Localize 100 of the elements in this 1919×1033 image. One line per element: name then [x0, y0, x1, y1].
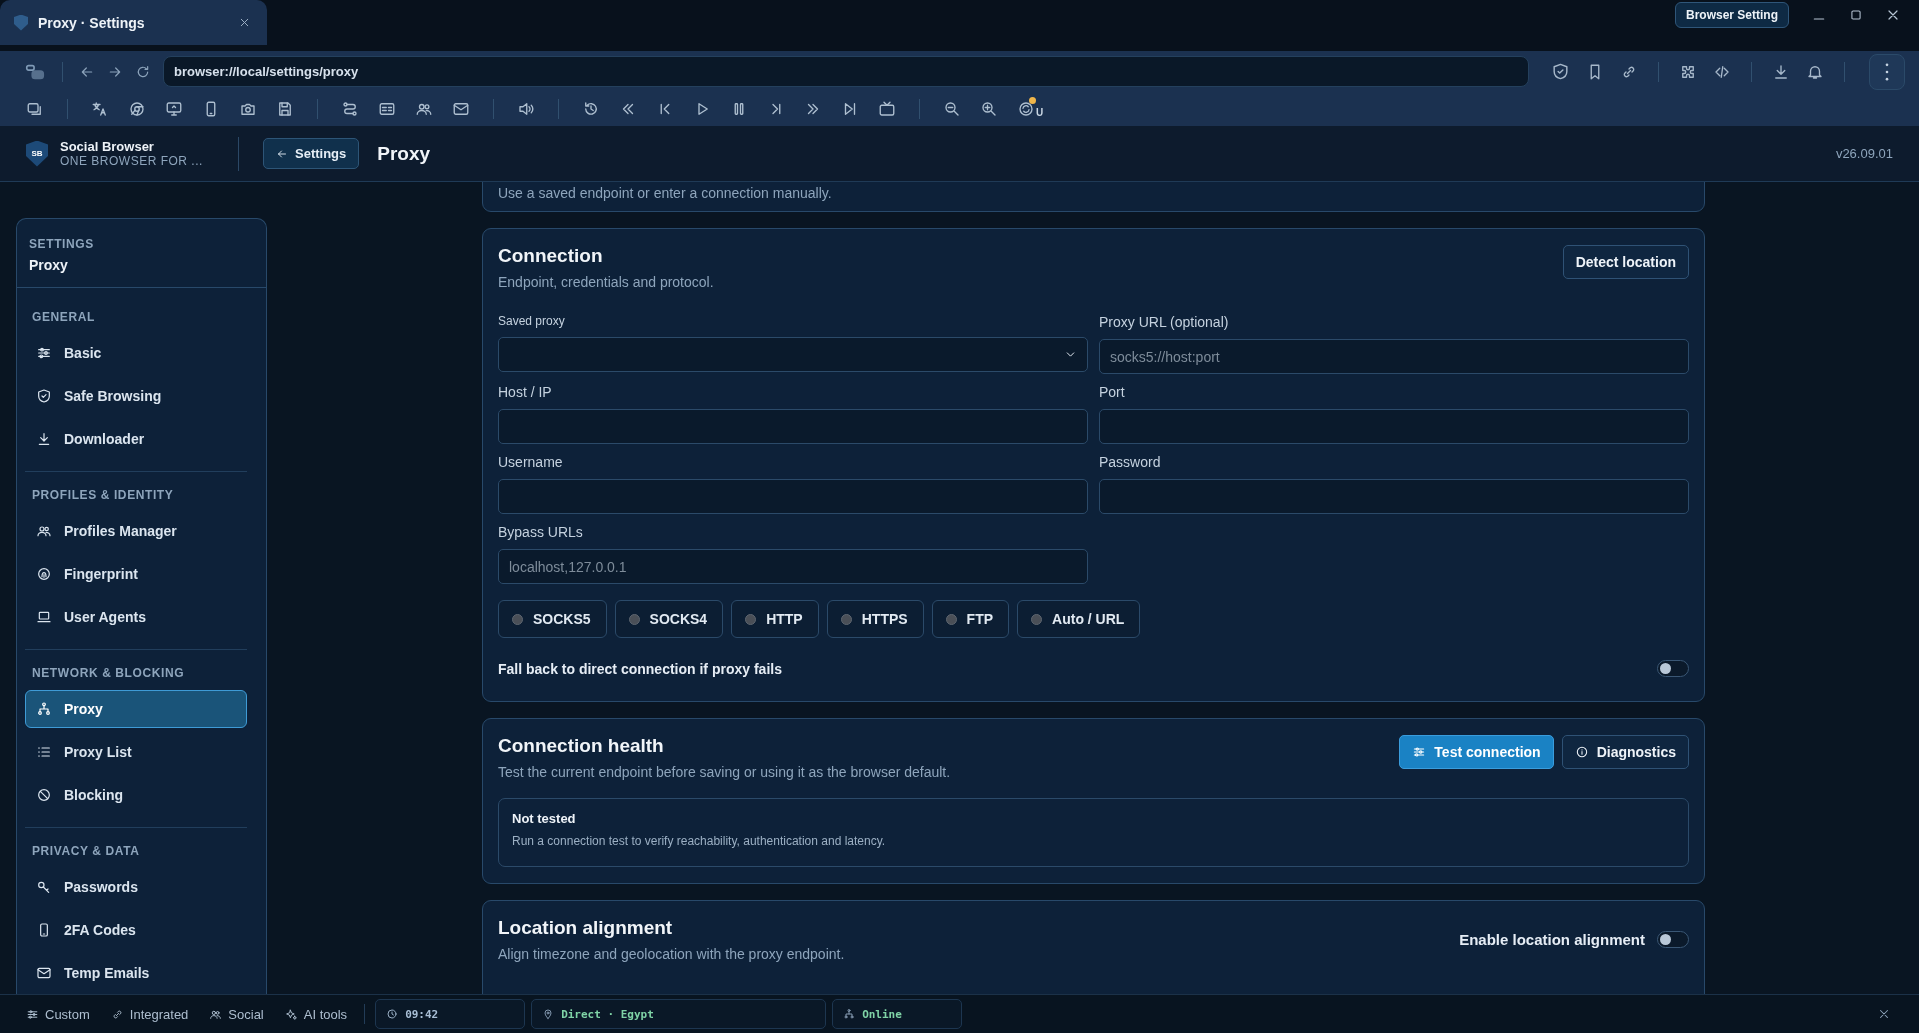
windows-icon[interactable] [26, 100, 44, 118]
time-chip: 09:42 [375, 999, 526, 1029]
logo: SB [26, 140, 48, 167]
detect-location-button[interactable]: Detect location [1562, 245, 1689, 279]
info-icon [1574, 745, 1589, 759]
sliders-icon [26, 1007, 39, 1021]
network-chip: Online [832, 999, 963, 1029]
list-icon [36, 744, 52, 760]
monitor-icon[interactable] [165, 100, 183, 118]
card-title: Connection [498, 245, 604, 267]
nav-item[interactable]: Temp Emails [25, 954, 247, 992]
browser-tab[interactable]: Proxy · Settings [0, 0, 267, 45]
zoom-in-icon[interactable] [980, 100, 998, 118]
tv-icon[interactable] [878, 100, 896, 118]
field-label: Host / IP [498, 384, 553, 400]
link-icon [110, 1007, 124, 1021]
sliders-icon [36, 345, 52, 361]
nav-item[interactable]: Safe Browsing [25, 377, 247, 415]
card-subtitle: Use a saved endpoint or enter a connection manually. [498, 185, 833, 201]
mode-button[interactable]: Integrated [110, 1006, 189, 1022]
mode-button[interactable]: AI tools [284, 1006, 348, 1022]
nav-item[interactable]: Passwords [25, 868, 247, 906]
field-label: Password [1099, 454, 1162, 470]
sparkles-icon [284, 1007, 298, 1021]
volume-icon[interactable] [517, 100, 535, 118]
network-icon [843, 1008, 856, 1020]
section-heading: PRIVACY & DATA [31, 843, 141, 860]
address-field[interactable]: browser://local/settings/proxy [163, 56, 1529, 87]
sidebar-current: Proxy [29, 257, 69, 273]
download-icon[interactable] [1772, 62, 1790, 81]
radio-option[interactable]: Auto / URL [1017, 600, 1141, 638]
input-field[interactable] [1099, 479, 1689, 514]
arrow-left-icon [276, 147, 288, 160]
input-field[interactable] [498, 479, 1088, 514]
mode-button[interactable]: Custom [26, 1006, 90, 1022]
card-subtitle: Test the current endpoint before saving or using it as the browser default. [498, 764, 951, 780]
nav-item[interactable]: Proxy [25, 690, 247, 728]
field-label: Saved proxy [498, 314, 566, 328]
nav-item[interactable]: User Agents [25, 598, 247, 636]
favicon [14, 14, 28, 31]
route-icon[interactable] [341, 100, 359, 118]
section-heading: NETWORK & BLOCKING [31, 665, 186, 682]
maximize-icon[interactable] [1849, 8, 1863, 22]
brand-name: Social Browser [60, 139, 155, 154]
key-icon [36, 879, 52, 895]
mode-button[interactable]: Social [209, 1006, 264, 1022]
more-icon [1885, 62, 1889, 81]
radio-option[interactable]: HTTPS [826, 600, 924, 638]
field-label: Proxy URL (optional) [1099, 314, 1230, 330]
globe-icon[interactable] [128, 100, 146, 118]
nav-item[interactable]: Proxy List [25, 733, 247, 771]
mail-icon[interactable] [452, 100, 470, 118]
reload-icon[interactable] [135, 63, 151, 80]
radio-option[interactable]: FTP [931, 600, 1010, 638]
save-icon[interactable] [276, 100, 294, 118]
brand-tagline: ONE BROWSER FOR ... [60, 154, 204, 168]
nav-item[interactable]: Basic [25, 334, 247, 372]
card-title: Connection health [498, 735, 665, 757]
section-heading: GENERAL [31, 309, 96, 326]
page-title: Proxy [377, 142, 431, 165]
nav-item[interactable]: Blocking [25, 776, 247, 814]
tooltip: Browser Setting [1675, 2, 1789, 28]
select-field[interactable] [498, 337, 1088, 372]
field-label: Bypass URLs [498, 524, 584, 540]
radio-option[interactable]: SOCKS4 [614, 600, 724, 638]
sync-icon[interactable] [1017, 100, 1035, 118]
version-label: v26.09.01 [1835, 146, 1893, 161]
input-field[interactable] [498, 409, 1088, 444]
status-title: Not tested [512, 811, 577, 826]
history-icon[interactable] [582, 100, 600, 118]
network-icon [36, 701, 52, 717]
download-icon [36, 431, 52, 447]
field-label: Port [1099, 384, 1126, 400]
nav-item[interactable]: Fingerprint [25, 555, 247, 593]
nav-item[interactable]: Downloader [25, 420, 247, 458]
input-field[interactable]: socks5://host:port [1099, 339, 1689, 374]
diagnostics-button[interactable]: Diagnostics [1561, 735, 1689, 769]
card-subtitle: Align timezone and geolocation with the proxy endpoint. [498, 946, 845, 962]
users-icon [36, 523, 52, 539]
ban-icon [36, 787, 52, 803]
radio-option[interactable]: SOCKS5 [498, 600, 607, 638]
zoom-out-icon[interactable] [943, 100, 961, 118]
test-button[interactable]: Test connection [1399, 735, 1554, 769]
close-icon[interactable] [1877, 1007, 1891, 1021]
status-description: Run a connection test to verify reachability, authentication and latency. [512, 834, 887, 848]
nav-item[interactable]: Profiles Manager [25, 512, 247, 550]
radio-option[interactable]: HTTP [731, 600, 819, 638]
nav-item[interactable]: 2FA Codes [25, 911, 247, 949]
toggle-label: Enable location alignment [1459, 931, 1645, 948]
id-card-icon[interactable] [378, 100, 396, 118]
back-button[interactable]: Settings [263, 138, 360, 169]
toggle-switch[interactable] [1657, 931, 1689, 948]
toggle-switch[interactable] [1657, 660, 1689, 677]
translate-icon[interactable] [91, 100, 109, 118]
close-icon[interactable] [238, 16, 251, 29]
shield-icon[interactable] [1551, 62, 1570, 81]
input-field[interactable] [1099, 409, 1689, 444]
field-label: Username [498, 454, 564, 470]
pin-icon [542, 1008, 555, 1020]
input-field[interactable]: localhost,127.0.0.1 [498, 549, 1088, 584]
